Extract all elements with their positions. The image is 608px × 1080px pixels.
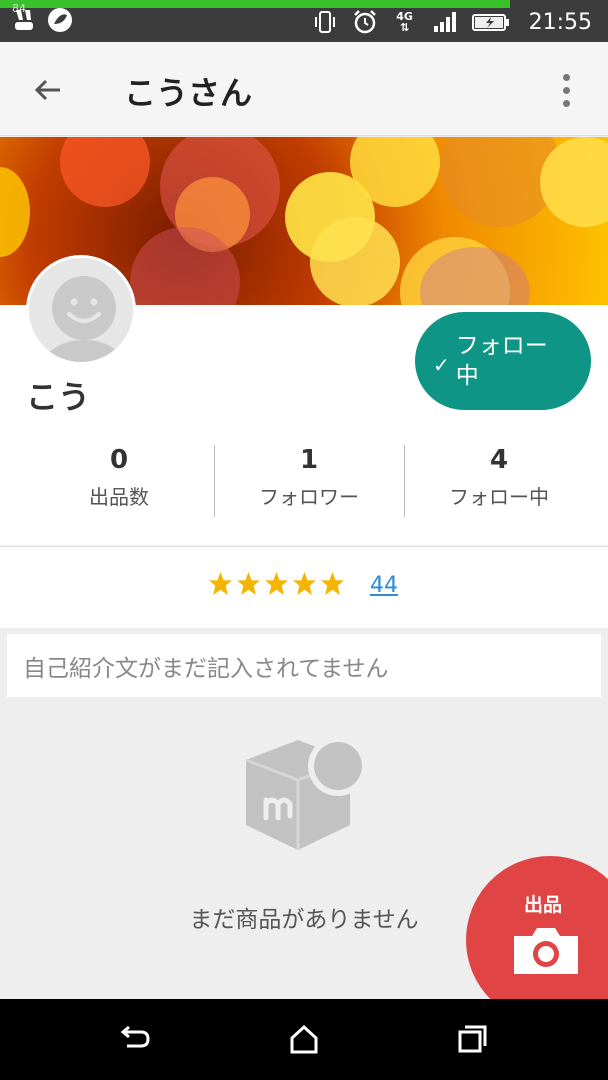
star-icon [321,572,344,595]
rabbit-app-icon [10,6,38,34]
rating-row: 44 [0,546,608,628]
stat-label: フォロワー [259,485,359,509]
nav-recents-button[interactable] [452,1021,492,1057]
stat-listings[interactable]: 0 出品数 [24,445,214,519]
back-button[interactable] [26,68,70,112]
status-right-icons: 4G ⇅ 21:55 [311,6,592,38]
clock: 21:55 [528,9,592,35]
star-icon [293,572,316,595]
vibrate-icon [311,8,339,36]
stat-following[interactable]: 4 フォロー中 [404,445,594,519]
back-icon [120,1025,150,1048]
battery-icon [471,8,511,36]
data-arrows-icon: ⇅ [399,21,410,34]
mercari-box-icon [245,736,368,850]
home-icon [290,1024,318,1054]
page-title: こうさん [124,74,253,112]
status-left-icons [10,6,74,34]
stat-value: 0 [109,445,129,475]
following-button-label: フォロー中 [455,333,548,389]
bio-text: 自己紹介文がまだ記入されてません [7,634,601,697]
star-icon [237,572,260,595]
star-icon [265,572,288,595]
app-bar: こうさん [0,42,608,136]
stat-followers[interactable]: 1 フォロワー [214,445,404,519]
arrow-left-icon [34,79,60,101]
camera-icon [514,928,578,974]
signal-bars-icon [431,8,459,36]
star-rating [208,571,345,596]
stat-label: 出品数 [89,485,149,509]
status-bar: 84 4G ⇅ 21:55 [0,0,608,42]
profile-stats: 0 出品数 1 フォロワー 4 フォロー中 [24,445,594,519]
avatar [26,255,136,365]
system-nav-bar [0,999,608,1080]
nav-back-button[interactable] [114,1021,154,1057]
network-4g-icon: 4G ⇅ [396,10,413,34]
review-count-link[interactable]: 44 [370,573,398,598]
stat-value: 4 [489,445,509,475]
star-icon [209,572,232,595]
following-button[interactable]: ✓ フォロー中 [415,312,591,410]
check-icon: ✓ [433,353,450,377]
user-name: こう [26,378,91,416]
recents-icon [458,1025,487,1053]
stat-label: フォロー中 [449,485,549,509]
alarm-icon [351,8,379,36]
nav-home-button[interactable] [284,1021,324,1057]
leaf-app-icon [46,6,74,34]
stat-value: 1 [299,445,319,475]
more-vertical-icon[interactable] [548,70,584,110]
sell-button-label: 出品 [524,894,563,916]
